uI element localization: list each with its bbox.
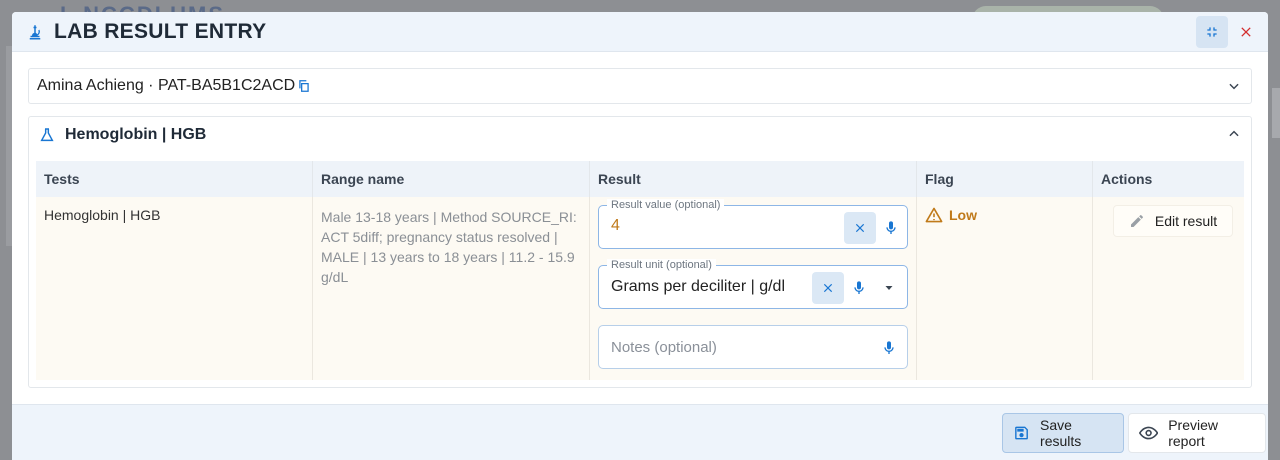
- edit-result-label: Edit result: [1154, 213, 1218, 229]
- result-unit-mic-button[interactable]: [843, 272, 875, 304]
- flask-icon: [39, 127, 55, 143]
- microphone-icon: [884, 341, 894, 354]
- result-value-input[interactable]: 4: [611, 217, 620, 235]
- clear-result-unit-button[interactable]: [812, 272, 844, 304]
- test-accordion: Hemoglobin | HGB Tests Range name Result…: [28, 116, 1252, 388]
- result-value-field[interactable]: Result value (optional) 4: [598, 199, 908, 249]
- result-unit-select[interactable]: Result unit (optional) Grams per decilit…: [598, 259, 908, 309]
- background-panel-edge-right: [1272, 88, 1280, 138]
- copy-icon[interactable]: [297, 79, 311, 93]
- close-icon: [1241, 27, 1251, 37]
- close-icon: [855, 223, 865, 233]
- save-icon: [1015, 426, 1028, 440]
- result-unit-value: Grams per deciliter | g/dl: [611, 278, 785, 295]
- flag-indicator: Low: [925, 207, 1084, 223]
- exit-fullscreen-button[interactable]: [1196, 16, 1228, 48]
- result-value-mic-button[interactable]: [875, 212, 907, 244]
- test-accordion-header[interactable]: Hemoglobin | HGB: [29, 117, 1251, 153]
- range-name-cell: Male 13-18 years | Method SOURCE_RI: ACT…: [313, 197, 590, 380]
- column-header-tests: Tests: [36, 161, 313, 197]
- edit-result-button[interactable]: Edit result: [1113, 205, 1233, 237]
- dialog-title: LAB RESULT ENTRY: [54, 19, 267, 43]
- result-value-label: Result value (optional): [607, 199, 725, 211]
- result-cell: Result value (optional) 4 Result unit (o…: [590, 197, 917, 380]
- close-icon: [823, 283, 833, 293]
- dialog-content: Amina Achieng · PAT-BA5B1C2ACD Hemoglobi…: [28, 68, 1252, 388]
- microphone-icon: [854, 281, 864, 294]
- column-header-actions: Actions: [1101, 171, 1153, 187]
- dialog-titlebar: LAB RESULT ENTRY: [12, 12, 1268, 52]
- preview-report-button[interactable]: Preview report: [1128, 413, 1266, 453]
- caret-down-icon: [885, 286, 893, 290]
- test-name-cell: Hemoglobin | HGB: [36, 197, 313, 380]
- notes-mic-button[interactable]: [873, 332, 905, 364]
- warning-icon: [925, 207, 943, 223]
- table-header: Tests Range name Result Flag Actions: [36, 161, 1244, 197]
- flag-label: Low: [949, 207, 977, 223]
- patient-label: Amina Achieng · PAT-BA5B1C2ACD: [37, 77, 296, 94]
- microscope-icon: [26, 23, 44, 41]
- pencil-icon: [1130, 215, 1143, 227]
- preview-report-label: Preview report: [1168, 417, 1219, 449]
- column-header-range-name: Range name: [313, 161, 590, 197]
- results-table: Tests Range name Result Flag Actions Hem…: [36, 161, 1244, 380]
- microphone-icon: [886, 221, 896, 234]
- actions-cell: Edit result: [1093, 197, 1244, 380]
- eye-icon: [1139, 426, 1159, 440]
- lab-result-dialog: LAB RESULT ENTRY Amina Achieng · PAT-BA5…: [12, 12, 1268, 460]
- column-header-flag: Flag: [917, 161, 1093, 197]
- fullscreen-exit-icon: [1207, 27, 1217, 37]
- test-title: Hemoglobin | HGB: [65, 126, 207, 143]
- result-unit-label: Result unit (optional): [607, 259, 716, 271]
- save-results-button[interactable]: Save results: [1002, 413, 1124, 453]
- chevron-down-icon[interactable]: [1227, 79, 1241, 93]
- save-results-label: Save results: [1040, 417, 1082, 449]
- flag-cell: Low: [917, 197, 1093, 380]
- column-header-result: Result: [590, 161, 917, 197]
- close-button[interactable]: [1230, 16, 1262, 48]
- chevron-up-icon[interactable]: [1227, 127, 1241, 141]
- result-unit-dropdown-button[interactable]: [873, 272, 905, 304]
- patient-accordion[interactable]: Amina Achieng · PAT-BA5B1C2ACD: [28, 68, 1252, 104]
- dialog-footer: Save results Preview report: [12, 404, 1268, 460]
- table-row: Hemoglobin | HGB Male 13-18 years | Meth…: [36, 197, 1244, 380]
- clear-result-value-button[interactable]: [844, 212, 876, 244]
- notes-input[interactable]: Notes (optional): [611, 339, 717, 356]
- notes-field[interactable]: Notes (optional): [598, 325, 908, 369]
